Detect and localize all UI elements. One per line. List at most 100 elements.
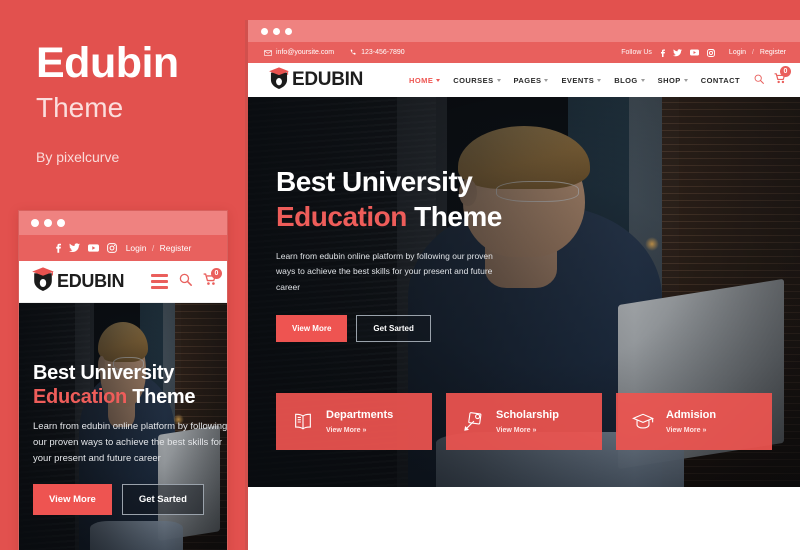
mobile-topbar: Login / Register [19, 235, 227, 261]
nav-label: CONTACT [700, 75, 740, 85]
promo-title: Edubin [36, 39, 179, 87]
desktop-brand-text: EDUBIN [292, 69, 364, 90]
promo-subtitle: Theme [36, 92, 124, 123]
feature-card-link[interactable]: View More » [326, 427, 393, 434]
desktop-get-started-button[interactable]: Get Sarted [356, 314, 431, 342]
nav-label: COURSES [453, 75, 494, 85]
feature-card-link[interactable]: View More » [496, 427, 559, 434]
cart-count-badge: 0 [211, 267, 222, 279]
mobile-hero-buttons: View More Get Sarted [33, 483, 213, 515]
shield-graduation-cap-icon [268, 66, 290, 95]
feature-card-title: Admision [666, 409, 717, 422]
feature-cards: Departments View More » Scholarship View… [276, 393, 772, 450]
instagram-icon[interactable] [106, 243, 117, 253]
nav-label: EVENTS [561, 75, 595, 85]
desktop-main-menu: HOME COURSES PAGES EVENTS BLOG SHOP CONT… [409, 76, 740, 85]
cart-icon[interactable]: 0 [774, 66, 791, 89]
feature-card-title: Departments [326, 409, 394, 422]
window-minimize-dot[interactable] [44, 219, 52, 227]
mobile-view-more-button[interactable]: View More [33, 483, 112, 515]
desktop-register-link[interactable]: Register [760, 49, 786, 56]
nav-item-shop[interactable]: SHOP [658, 76, 688, 85]
mobile-register-link[interactable]: Register [160, 243, 192, 253]
desktop-view-more-button[interactable]: View More [276, 314, 348, 342]
phone-info[interactable]: 123-456-7890 [350, 49, 405, 56]
feature-card-scholarship[interactable]: Scholarship View More » [446, 393, 602, 450]
desktop-topbar: info@yoursite.com 123-456-7890 Follow Us [248, 42, 800, 63]
nav-label: PAGES [513, 75, 542, 85]
facebook-icon[interactable] [55, 243, 61, 253]
mobile-brand-logo[interactable]: EDUBIN [31, 266, 125, 297]
nav-item-pages[interactable]: PAGES [514, 76, 549, 85]
feature-card-text: Departments View More » [326, 409, 393, 433]
twitter-icon[interactable] [672, 48, 682, 57]
chevron-down-icon [597, 78, 602, 82]
desktop-hero-content: Best University Education Theme Learn fr… [248, 97, 800, 342]
promo-author: By pixelcurve [36, 148, 120, 165]
phone-text: 123-456-7890 [361, 49, 405, 56]
desktop-browser-chrome [248, 20, 800, 42]
feature-card-link[interactable]: View More » [666, 427, 716, 434]
mobile-auth-links: Login / Register [126, 243, 192, 253]
window-close-dot[interactable] [31, 219, 39, 227]
hamburger-icon[interactable] [151, 274, 168, 289]
window-maximize-dot[interactable] [57, 219, 65, 227]
mobile-mockup: Login / Register EDUBIN 0 Best Universit… [18, 210, 228, 550]
chevron-down-icon [436, 78, 441, 82]
feature-card-text: Admision View More » [666, 409, 716, 433]
open-book-icon [292, 411, 314, 433]
window-close-dot[interactable] [261, 27, 268, 35]
desktop-brand-logo[interactable]: EDUBIN [268, 66, 363, 95]
mobile-hero-heading: Best University Education Theme [33, 361, 213, 410]
desktop-below-fold-section [248, 487, 800, 550]
contact-info: info@yoursite.com 123-456-7890 [264, 49, 405, 56]
nav-item-events[interactable]: EVENTS [561, 75, 602, 85]
feature-card-admision[interactable]: Admision View More » [616, 393, 772, 450]
feature-card-departments[interactable]: Departments View More » [276, 393, 432, 450]
mobile-hero-paragraph: Learn from edubin online platform by fol… [33, 420, 227, 465]
instagram-icon[interactable] [706, 48, 715, 57]
nav-item-courses[interactable]: COURSES [453, 75, 501, 85]
auth-separator: / [151, 243, 155, 253]
facebook-icon[interactable] [660, 49, 665, 57]
mobile-hero-title-accent: Education [33, 386, 127, 409]
chevron-down-icon [544, 78, 549, 82]
phone-icon [350, 49, 357, 56]
screenshot-root: Edubin Theme By pixelcurve Login / Regis… [0, 0, 800, 550]
mobile-get-started-button[interactable]: Get Sarted [121, 483, 204, 515]
graduation-cap-icon [632, 411, 654, 433]
follow-us-group: Follow Us Login / Register [621, 48, 786, 57]
cart-icon[interactable]: 0 [203, 267, 222, 291]
nav-item-home[interactable]: HOME [408, 75, 441, 85]
desktop-login-link[interactable]: Login [729, 49, 746, 56]
mobile-hero: Best University Education Theme Learn fr… [19, 303, 227, 550]
nav-label: HOME [408, 75, 434, 85]
desktop-hero-title-rest: Theme [406, 201, 502, 233]
desktop-navbar: EDUBIN HOME COURSES PAGES EVENTS BLOG SH… [248, 63, 800, 97]
search-icon[interactable] [754, 71, 764, 89]
feature-card-text: Scholarship View More » [496, 409, 559, 433]
desktop-social-links [660, 48, 715, 57]
nav-label: BLOG [614, 75, 638, 85]
window-minimize-dot[interactable] [273, 27, 280, 35]
desktop-hero-buttons: View More Get Sarted [276, 314, 800, 342]
search-icon[interactable] [179, 273, 192, 291]
desktop-hero-paragraph: Learn from edubin online platform by fol… [276, 250, 493, 292]
envelope-icon [264, 49, 272, 56]
chevron-down-icon [496, 78, 501, 82]
youtube-icon[interactable] [689, 49, 699, 56]
mobile-login-link[interactable]: Login [126, 243, 147, 253]
window-maximize-dot[interactable] [285, 27, 292, 35]
desktop-nav-icons: 0 [754, 66, 791, 89]
youtube-icon[interactable] [87, 243, 99, 253]
chevron-down-icon [683, 78, 688, 82]
nav-item-blog[interactable]: BLOG [614, 75, 645, 85]
email-info[interactable]: info@yoursite.com [264, 49, 334, 56]
follow-us-label: Follow Us [621, 49, 652, 56]
twitter-icon[interactable] [68, 243, 80, 253]
nav-item-contact[interactable]: CONTACT [701, 76, 740, 85]
mobile-social-links [55, 243, 117, 253]
desktop-hero: Best University Education Theme Learn fr… [248, 97, 800, 487]
desktop-hero-heading: Best University Education Theme [276, 164, 800, 235]
desktop-hero-title-accent: Education [276, 201, 407, 233]
